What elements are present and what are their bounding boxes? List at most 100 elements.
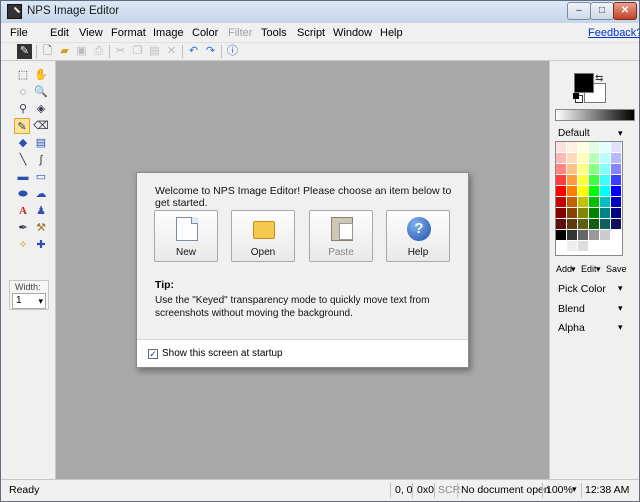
palette-swatch[interactable] <box>589 219 600 230</box>
menu-format[interactable]: Format <box>111 27 146 39</box>
palette-swatch[interactable] <box>556 208 567 219</box>
recolor-icon[interactable]: ✧ <box>15 237 31 253</box>
paste-icon[interactable]: ▤ <box>147 44 162 59</box>
open-button[interactable]: Open <box>231 210 295 262</box>
palette-swatch[interactable] <box>567 142 578 153</box>
help-icon[interactable]: ⓘ <box>225 44 240 59</box>
palette-swatch[interactable] <box>578 230 589 241</box>
menu-color[interactable]: Color <box>192 27 218 39</box>
move-icon[interactable]: ✚ <box>33 237 49 253</box>
palette-swatch[interactable] <box>589 208 600 219</box>
palette-swatch[interactable] <box>578 186 589 197</box>
open-icon[interactable]: ▰ <box>57 44 72 59</box>
menu-edit[interactable]: Edit <box>50 27 69 39</box>
palette-swatch[interactable] <box>600 164 611 175</box>
feedback-link[interactable]: Feedback? <box>588 27 640 39</box>
palette-swatch[interactable] <box>556 219 567 230</box>
color-palette-grid[interactable] <box>555 141 623 256</box>
palette-swatch[interactable] <box>567 219 578 230</box>
eraser-icon[interactable]: ⌫ <box>33 118 49 134</box>
palette-swatch[interactable] <box>589 153 600 164</box>
menu-view[interactable]: View <box>79 27 103 39</box>
chevron-down-icon[interactable]: ▾ <box>596 264 601 275</box>
reset-colors-icon[interactable] <box>573 93 583 103</box>
paste-button[interactable]: Paste <box>309 210 373 262</box>
print-icon[interactable]: ⎙ <box>91 44 106 59</box>
palette-swatch[interactable] <box>589 164 600 175</box>
palette-swatch[interactable] <box>589 241 600 252</box>
palette-swatch[interactable] <box>567 230 578 241</box>
stamp-brush-icon[interactable]: ▤ <box>33 135 49 151</box>
palette-swatch[interactable] <box>600 142 611 153</box>
palette-swatch[interactable] <box>589 142 600 153</box>
palette-swatch[interactable] <box>600 208 611 219</box>
cut-icon[interactable]: ✂ <box>113 44 128 59</box>
palette-swatch[interactable] <box>589 175 600 186</box>
line-icon[interactable]: ╲ <box>15 152 31 168</box>
hand-icon[interactable]: ✋ <box>33 67 49 83</box>
text-icon[interactable]: A <box>15 203 31 219</box>
freeform-shape-icon[interactable]: ☁ <box>33 186 49 202</box>
palette-swatch[interactable] <box>600 241 611 252</box>
palette-swatch[interactable] <box>578 219 589 230</box>
pencil-icon[interactable]: ✎ <box>14 118 30 134</box>
palette-swatch[interactable] <box>611 175 622 186</box>
alpha-select[interactable]: Alpha <box>558 322 585 334</box>
palette-swatch[interactable] <box>578 197 589 208</box>
palette-swatch[interactable] <box>556 164 567 175</box>
copy-icon[interactable]: ❐ <box>130 44 145 59</box>
palette-swatch[interactable] <box>600 230 611 241</box>
palette-swatch[interactable] <box>578 241 589 252</box>
palette-swatch[interactable] <box>567 186 578 197</box>
lasso-select-icon[interactable]: ◌ <box>15 84 31 100</box>
palette-swatch[interactable] <box>611 219 622 230</box>
chevron-down-icon[interactable]: ▾ <box>571 264 576 275</box>
zoom-select[interactable]: 100% <box>546 484 573 496</box>
menu-script[interactable]: Script <box>297 27 325 39</box>
palette-swatch[interactable] <box>556 153 567 164</box>
palette-swatch[interactable] <box>556 142 567 153</box>
palette-swatch[interactable] <box>567 241 578 252</box>
palette-swatch[interactable] <box>556 186 567 197</box>
chevron-down-icon[interactable]: ▾ <box>618 322 623 333</box>
marquee-select-icon[interactable]: ⬚ <box>15 67 31 83</box>
palette-swatch[interactable] <box>589 197 600 208</box>
primary-color-swatch[interactable] <box>574 73 594 93</box>
menu-filter[interactable]: Filter <box>228 27 252 39</box>
chevron-down-icon[interactable]: ▾ <box>618 128 623 139</box>
palette-swatch[interactable] <box>611 164 622 175</box>
palette-swatch[interactable] <box>578 153 589 164</box>
ellipse-icon[interactable]: ⬬ <box>15 186 31 202</box>
palette-swatch[interactable] <box>578 175 589 186</box>
palette-swatch[interactable] <box>611 197 622 208</box>
palette-swatch[interactable] <box>556 197 567 208</box>
chevron-down-icon[interactable]: ▾ <box>618 303 623 314</box>
palette-swatch[interactable] <box>578 142 589 153</box>
palette-swatch[interactable] <box>611 142 622 153</box>
palette-swatch[interactable] <box>578 208 589 219</box>
rectangle-icon[interactable]: ▬ <box>15 169 31 185</box>
palette-swatch[interactable] <box>611 241 622 252</box>
pick-color-select[interactable]: Pick Color <box>558 283 606 295</box>
clone-stamp-icon[interactable]: ♟ <box>33 203 49 219</box>
palette-swatch[interactable] <box>567 164 578 175</box>
gradient-bar[interactable] <box>555 109 635 121</box>
zoom-icon[interactable]: 🔍 <box>33 84 49 100</box>
minimize-button[interactable]: – <box>567 2 591 20</box>
new-button[interactable]: New <box>154 210 218 262</box>
width-select[interactable]: 1 <box>12 293 46 309</box>
palette-swatch[interactable] <box>611 153 622 164</box>
palette-swatch[interactable] <box>600 197 611 208</box>
palette-swatch[interactable] <box>600 186 611 197</box>
palette-swatch[interactable] <box>567 175 578 186</box>
save-icon[interactable]: ▣ <box>74 44 89 59</box>
palette-add[interactable]: Add <box>556 264 572 274</box>
menu-window[interactable]: Window <box>333 27 372 39</box>
palette-swatch[interactable] <box>611 186 622 197</box>
rounded-rectangle-icon[interactable]: ▭ <box>33 169 49 185</box>
blend-select[interactable]: Blend <box>558 303 585 315</box>
palette-swatch[interactable] <box>589 186 600 197</box>
palette-save[interactable]: Save <box>606 264 627 274</box>
palette-swatch[interactable] <box>556 241 567 252</box>
palette-swatch[interactable] <box>567 153 578 164</box>
